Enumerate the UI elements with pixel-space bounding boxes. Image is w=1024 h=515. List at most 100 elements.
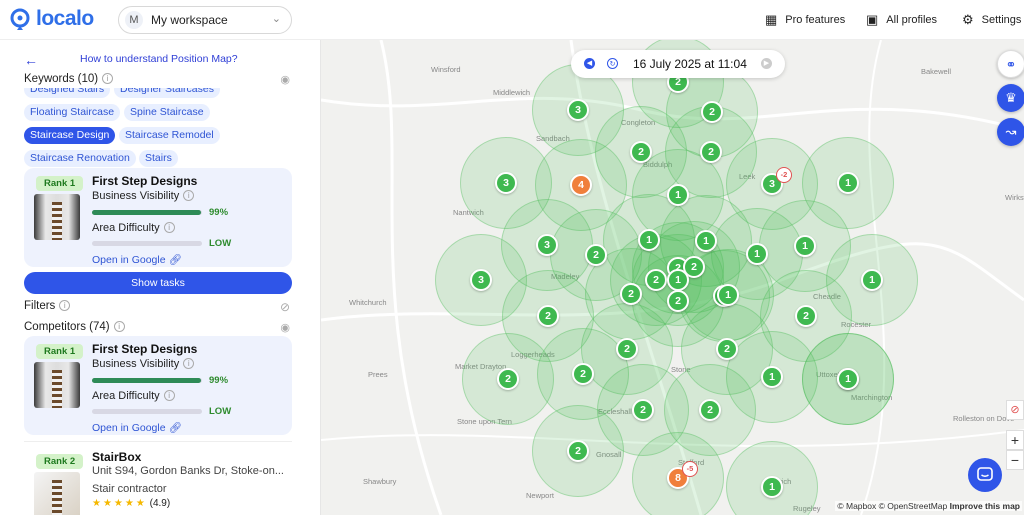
nav-label: Settings bbox=[981, 14, 1022, 26]
rank-pin[interactable]: 1 bbox=[837, 368, 859, 390]
business-card: Rank 1 First Step Designs Business Visib… bbox=[24, 168, 292, 267]
rank-pin[interactable]: 1 bbox=[861, 269, 883, 291]
rank-pin[interactable]: 1 bbox=[761, 476, 783, 498]
rank-pin[interactable]: 2 bbox=[567, 440, 589, 462]
star-icon: ★★★★★ bbox=[92, 498, 147, 509]
competitor-card[interactable]: Rank 1 First Step Designs Business Visib… bbox=[24, 336, 292, 435]
keyword-chip[interactable]: Stairs bbox=[139, 150, 178, 167]
nav-all-profiles[interactable]: ▣ All profiles bbox=[866, 12, 937, 28]
info-icon[interactable]: i bbox=[113, 321, 125, 332]
block-icon[interactable]: ⊘ bbox=[1006, 400, 1024, 420]
link-icon: 🔗︎ bbox=[168, 254, 182, 266]
rank-change-badge: -5 bbox=[682, 461, 698, 477]
show-tasks-button[interactable]: Show tasks bbox=[24, 272, 292, 294]
visibility-value: 99% bbox=[209, 375, 229, 386]
logo[interactable]: localo bbox=[8, 7, 94, 31]
rank-pin[interactable]: 3 bbox=[567, 99, 589, 121]
rank-pin[interactable]: 2 bbox=[700, 141, 722, 163]
filters-title-text: Filters bbox=[24, 300, 56, 312]
rank-pin[interactable]: 2 bbox=[620, 283, 642, 305]
rank-pin[interactable]: 2 bbox=[645, 269, 667, 291]
eye-off-icon[interactable]: ⊘ bbox=[280, 300, 290, 314]
rank-pin[interactable]: 3 bbox=[536, 234, 558, 256]
visibility-bar bbox=[92, 378, 202, 383]
zoom-in-button[interactable]: + bbox=[1006, 430, 1024, 450]
rank-pin[interactable]: 4 bbox=[570, 174, 592, 196]
date-label: 16 July 2025 at 11:04 bbox=[633, 57, 747, 71]
rank-pin[interactable]: 2 bbox=[537, 305, 559, 327]
rank-pin[interactable]: 1 bbox=[638, 229, 660, 251]
rank-pin[interactable]: 2 bbox=[630, 141, 652, 163]
history-icon[interactable]: ↻ bbox=[607, 58, 618, 69]
difficulty-label-text: Area Difficulty bbox=[92, 390, 160, 402]
nav-label: All profiles bbox=[886, 14, 938, 26]
nav-pro-features[interactable]: ▦ Pro features bbox=[765, 12, 845, 28]
rank-pin[interactable]: 2 bbox=[699, 399, 721, 421]
info-icon[interactable]: i bbox=[102, 73, 114, 84]
rank-pin[interactable]: 2 bbox=[701, 101, 723, 123]
open-in-google-link[interactable]: Open in Google 🔗︎ bbox=[92, 421, 182, 434]
keyword-chip[interactable]: Staircase Remodel bbox=[119, 127, 220, 144]
keyword-chip[interactable]: Floating Staircase bbox=[24, 104, 121, 121]
help-link[interactable]: How to understand Position Map? bbox=[80, 53, 238, 65]
open-in-google-text: Open in Google bbox=[92, 422, 166, 434]
improve-map-link[interactable]: Improve this map bbox=[950, 501, 1020, 511]
rank-pin[interactable]: 2 bbox=[632, 399, 654, 421]
rank-change-badge: -2 bbox=[776, 167, 792, 183]
business-name: First Step Designs bbox=[92, 174, 198, 188]
rank-pin[interactable]: 2 bbox=[795, 305, 817, 327]
rank-pin[interactable]: 1 bbox=[761, 366, 783, 388]
rank-pin[interactable]: 2 bbox=[585, 244, 607, 266]
visibility-label: Business Visibility i bbox=[92, 190, 195, 202]
info-icon[interactable]: i bbox=[163, 222, 175, 233]
chart-icon[interactable]: ↝ bbox=[997, 118, 1024, 146]
rank-pin[interactable]: 2 bbox=[716, 338, 738, 360]
position-map[interactable]: Winsford Middlewich Congleton Sandbach Biddu… bbox=[321, 40, 1024, 515]
eye-icon[interactable]: ◉ bbox=[280, 73, 290, 86]
rank-pin[interactable]: 1 bbox=[717, 284, 739, 306]
back-arrow-icon[interactable]: ← bbox=[24, 52, 38, 68]
prev-date-icon[interactable]: ◀ bbox=[584, 58, 595, 69]
keyword-chip[interactable]: Spine Staircase bbox=[124, 104, 210, 121]
visibility-bar bbox=[92, 210, 202, 215]
date-selector[interactable]: ◀ ↻ 16 July 2025 at 11:04 ▶ bbox=[571, 50, 785, 78]
eye-icon[interactable]: ◉ bbox=[280, 321, 290, 334]
keyword-chip[interactable]: Staircase Renovation bbox=[24, 150, 136, 167]
competitor-card[interactable]: Rank 2 StairBox Unit S94, Gordon Banks D… bbox=[24, 441, 292, 515]
info-icon[interactable]: i bbox=[163, 390, 175, 401]
workspace-selector[interactable]: M My workspace ⌄ bbox=[118, 6, 292, 34]
rank-pin[interactable]: 2 bbox=[616, 338, 638, 360]
rank-pin[interactable]: 1 bbox=[837, 172, 859, 194]
next-date-icon[interactable]: ▶ bbox=[761, 58, 772, 69]
keyword-chip[interactable]: Designer Staircases bbox=[114, 88, 220, 98]
nav-label: Pro features bbox=[785, 14, 846, 26]
info-icon[interactable]: i bbox=[59, 300, 71, 311]
rank-pin[interactable]: 3 bbox=[470, 269, 492, 291]
open-in-google-link[interactable]: Open in Google 🔗︎ bbox=[92, 253, 182, 266]
attribution-text[interactable]: © Mapbox © OpenStreetMap bbox=[837, 501, 947, 511]
share-icon[interactable]: ⚭ bbox=[997, 50, 1024, 78]
rank-pin[interactable]: 1 bbox=[667, 269, 689, 291]
zoom-out-button[interactable]: − bbox=[1006, 450, 1024, 470]
info-icon[interactable]: i bbox=[183, 190, 195, 201]
rank-pin[interactable]: 1 bbox=[746, 243, 768, 265]
keywords-title: Keywords (10) i bbox=[24, 73, 114, 85]
rank-badge: Rank 1 bbox=[36, 344, 84, 359]
competitor-name: First Step Designs bbox=[92, 342, 198, 356]
rank-pin[interactable]: 3 bbox=[495, 172, 517, 194]
rank-pin[interactable]: 1 bbox=[667, 184, 689, 206]
rank-pin[interactable]: 2 bbox=[497, 368, 519, 390]
difficulty-bar bbox=[92, 241, 202, 246]
nav-settings[interactable]: ⚙ Settings bbox=[962, 12, 1021, 28]
chat-button[interactable] bbox=[968, 458, 1002, 492]
rank-pin[interactable]: 1 bbox=[794, 235, 816, 257]
rank-pin[interactable]: 2 bbox=[667, 290, 689, 312]
chat-icon bbox=[977, 467, 993, 481]
keyword-chip-active[interactable]: Staircase Design bbox=[24, 127, 116, 144]
crown-icon[interactable]: ♛ bbox=[997, 84, 1024, 112]
filters-title: Filters i bbox=[24, 300, 71, 312]
rank-pin[interactable]: 1 bbox=[695, 230, 717, 252]
logo-text: localo bbox=[36, 7, 94, 30]
rank-pin[interactable]: 2 bbox=[572, 363, 594, 385]
info-icon[interactable]: i bbox=[183, 358, 195, 369]
